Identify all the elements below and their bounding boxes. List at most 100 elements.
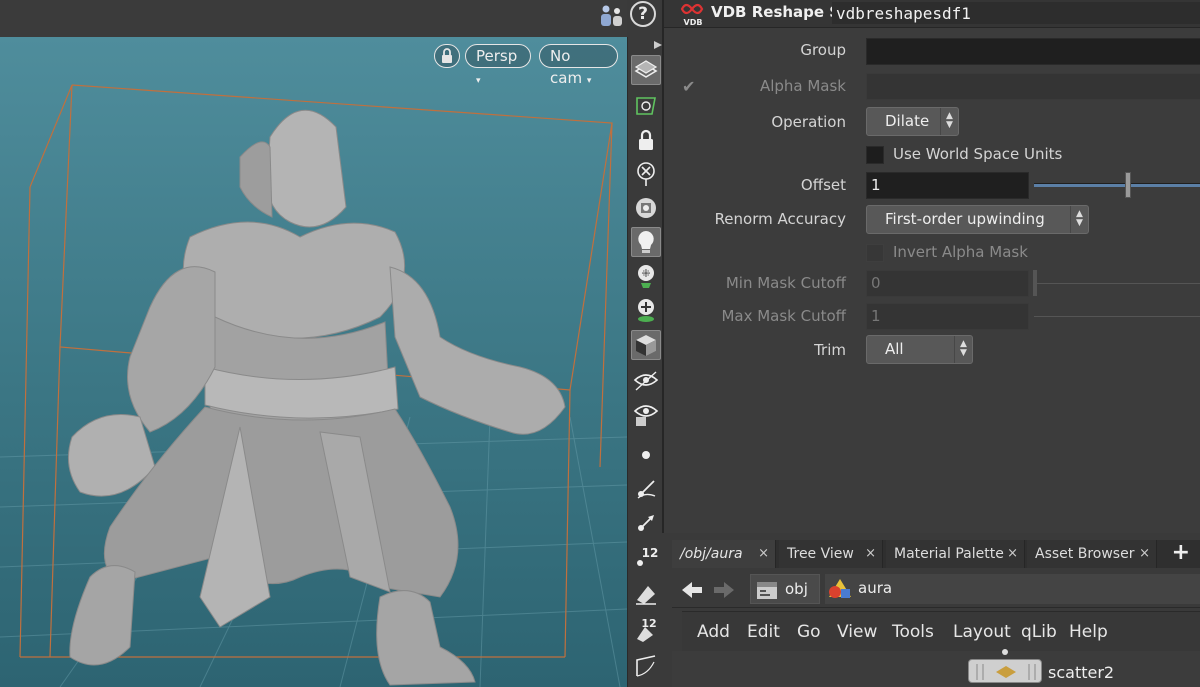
- vector-display-button[interactable]: [631, 508, 661, 538]
- lock-icon: [442, 48, 452, 63]
- offset-field[interactable]: 1: [866, 172, 1029, 199]
- trim-label: Trim: [814, 341, 846, 359]
- alpha-mask-field[interactable]: [866, 73, 1200, 100]
- close-icon[interactable]: ×: [758, 540, 769, 568]
- group-field[interactable]: [866, 38, 1200, 65]
- close-icon[interactable]: ×: [865, 540, 876, 568]
- tab-asset-browser[interactable]: Asset Browser ×: [1027, 540, 1157, 568]
- headlight-button[interactable]: [631, 227, 661, 257]
- normal-icon: [637, 480, 656, 499]
- node-name-field[interactable]: [832, 2, 1200, 24]
- offset-slider-track[interactable]: [1034, 183, 1200, 187]
- node-input-connector[interactable]: [1002, 649, 1008, 655]
- viewport-scene[interactable]: [0, 37, 627, 687]
- primitive-display-button[interactable]: [631, 579, 661, 609]
- forward-arrow-icon[interactable]: [712, 580, 736, 600]
- viewport-3d[interactable]: Persp ▾ No cam ▾: [0, 0, 627, 687]
- menu-qlib[interactable]: qLib: [1021, 622, 1057, 642]
- chevron-down-icon: ▾: [586, 76, 592, 86]
- min-mask-slider-track[interactable]: [1034, 283, 1200, 284]
- tab-label: /obj/aura: [680, 546, 743, 562]
- breadcrumb-aura[interactable]: aura: [825, 574, 1200, 604]
- lock-button[interactable]: [631, 125, 661, 155]
- tab-material-palette[interactable]: Material Palette ×: [886, 540, 1025, 568]
- flipbook-button[interactable]: [631, 193, 661, 223]
- uv-display-button[interactable]: [631, 651, 661, 681]
- parameter-pane: VDB VDB Reshape SDF Group ✔ Alpha Mask O…: [662, 0, 1200, 533]
- scene-render: [0, 84, 627, 687]
- add-tab-button[interactable]: +: [1172, 540, 1190, 568]
- light-plus-button[interactable]: [631, 295, 661, 325]
- close-icon[interactable]: ×: [1007, 540, 1018, 568]
- min-mask-field[interactable]: 0: [866, 270, 1029, 297]
- hide-selected-button[interactable]: [631, 159, 661, 189]
- point-numbers-button[interactable]: 12: [631, 542, 661, 572]
- checkmark-icon[interactable]: ✔: [682, 77, 695, 96]
- headlight-icon: [638, 231, 654, 253]
- chevron-down-icon: ▾: [476, 76, 481, 86]
- operation-value: Dilate: [885, 112, 930, 130]
- menu-add[interactable]: Add: [697, 622, 730, 642]
- scatter-node-icon: [976, 664, 1036, 680]
- menu-go[interactable]: Go: [797, 622, 821, 642]
- select-mode-button[interactable]: [631, 91, 661, 121]
- menu-tools[interactable]: Tools: [892, 622, 934, 642]
- help-icon[interactable]: ?: [630, 1, 656, 27]
- menu-view[interactable]: View: [837, 622, 877, 642]
- camera-select-menu[interactable]: No cam ▾: [539, 44, 618, 87]
- node-scatter2[interactable]: [968, 659, 1042, 683]
- primitive-numbers-icon: 12: [637, 617, 657, 642]
- updown-arrows-icon: ▲ ▼: [954, 336, 972, 363]
- clapboard-icon: [757, 582, 777, 599]
- visibility-eye-2-button[interactable]: [631, 400, 661, 430]
- point-icon: [642, 451, 650, 459]
- offset-label: Offset: [800, 176, 846, 194]
- object-icon: [829, 579, 851, 598]
- normal-display-button[interactable]: [631, 474, 661, 504]
- tab-tree-view[interactable]: Tree View ×: [779, 540, 883, 568]
- point-display-button[interactable]: [631, 440, 661, 470]
- light-button[interactable]: ⁜: [631, 261, 661, 291]
- node-type-badge: VDB: [684, 18, 703, 27]
- operation-menu[interactable]: Dilate ▲ ▼: [866, 107, 959, 136]
- visibility-eye-icon: [633, 371, 659, 391]
- shaded-cube-button[interactable]: [631, 330, 661, 360]
- min-mask-slider-handle[interactable]: [1033, 270, 1037, 296]
- primitive-numbers-button[interactable]: 12: [631, 615, 661, 645]
- light-plus-icon: [638, 299, 654, 322]
- offset-slider-handle[interactable]: [1125, 172, 1131, 198]
- updown-arrows-icon: ▲ ▼: [1070, 206, 1088, 233]
- lock-icon: [639, 129, 653, 150]
- menu-layout[interactable]: Layout: [953, 622, 1011, 642]
- max-mask-slider-track[interactable]: [1034, 316, 1200, 317]
- breadcrumb-obj-label: obj: [785, 580, 808, 598]
- breadcrumb-obj[interactable]: obj: [750, 574, 820, 604]
- world-space-checkbox[interactable]: [866, 146, 884, 164]
- invert-alpha-checkbox[interactable]: [866, 244, 884, 262]
- flipbook-icon: [636, 198, 656, 218]
- visibility-eye-button[interactable]: [631, 366, 661, 396]
- renorm-value: First-order upwinding: [885, 210, 1045, 228]
- trim-menu[interactable]: All ▲ ▼: [866, 335, 973, 364]
- display-options-button[interactable]: [631, 55, 661, 85]
- camera-mode-menu[interactable]: Persp ▾: [465, 44, 531, 86]
- tab-label: Material Palette: [894, 546, 1004, 562]
- tab-obj-aura[interactable]: /obj/aura ×: [672, 540, 776, 568]
- close-icon[interactable]: ×: [1139, 540, 1150, 568]
- users-icon: [601, 5, 622, 26]
- camera-name-label: No cam: [550, 47, 583, 87]
- alpha-mask-label: Alpha Mask: [759, 77, 846, 95]
- back-arrow-icon[interactable]: [680, 580, 704, 600]
- max-mask-field[interactable]: 1: [866, 303, 1029, 330]
- menu-edit[interactable]: Edit: [747, 622, 780, 642]
- parameter-header: VDB VDB Reshape SDF: [664, 0, 1200, 28]
- camera-lock-button[interactable]: [434, 44, 460, 68]
- character-model: [67, 109, 566, 686]
- user-icons[interactable]: [598, 3, 624, 33]
- menu-help[interactable]: Help: [1069, 622, 1108, 642]
- vdb-node-icon: VDB: [680, 3, 704, 27]
- renorm-menu[interactable]: First-order upwinding ▲ ▼: [866, 205, 1089, 234]
- network-editor[interactable]: scatter2: [672, 649, 1200, 687]
- breadcrumb-aura-label: aura: [858, 579, 893, 597]
- node-label: scatter2: [1048, 663, 1115, 682]
